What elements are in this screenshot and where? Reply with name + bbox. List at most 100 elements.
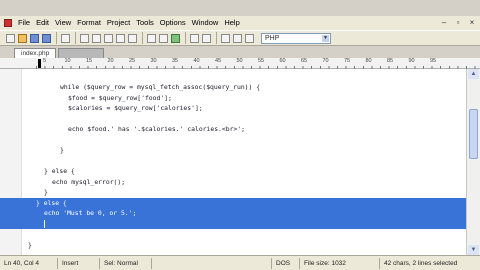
code-line-text: } (44, 188, 48, 196)
ruler-number: 45 (215, 58, 222, 64)
code-lines[interactable]: while ($query_row = mysql_fetch_assoc($q… (0, 82, 466, 261)
syntax-language-value: PHP (265, 34, 280, 42)
menu-project[interactable]: Project (104, 16, 133, 30)
code-line[interactable]: echo $food.' has '.$calories.' calories.… (0, 124, 466, 135)
print-icon[interactable] (61, 33, 70, 43)
cut-icon[interactable] (80, 33, 89, 43)
toolbar-separator (56, 32, 57, 44)
code-line[interactable]: $calories = $query_row['calories']; (0, 103, 466, 114)
ruler-number: 30 (150, 58, 157, 64)
copy-icon[interactable] (92, 33, 101, 43)
code-line[interactable]: } (0, 145, 466, 156)
app-icon (4, 19, 12, 27)
macro-play-icon[interactable] (233, 33, 242, 43)
code-line-text: } else { (44, 167, 75, 175)
macro-repeat-icon[interactable] (245, 33, 254, 43)
ruler-number: 5 (43, 58, 47, 64)
ruler-number: 65 (301, 58, 308, 64)
window-controls: – ▫ × (440, 18, 476, 27)
open-folder-icon[interactable] (18, 33, 27, 43)
code-line[interactable]: } (0, 240, 466, 251)
text-caret (44, 219, 45, 228)
syntax-language-select[interactable]: PHP ▼ (261, 32, 331, 44)
redo-icon[interactable] (128, 33, 137, 43)
status-selection-mode: Sel: Normal (100, 257, 152, 269)
ruler-number: 25 (129, 58, 136, 64)
undo-icon[interactable] (116, 33, 125, 43)
ruler: 5 10 15 20 25 30 35 40 45 50 55 60 65 70 75 80 85 90 95 (0, 58, 480, 69)
menu-format[interactable]: Format (74, 16, 104, 30)
code-line-text: } (28, 240, 32, 249)
minimize-icon[interactable]: – (440, 18, 448, 27)
menu-tools[interactable]: Tools (133, 16, 157, 30)
tab-index-php[interactable]: index.php (14, 48, 57, 58)
code-line-text: echo mysql_error(); (52, 177, 126, 186)
toolbar-separator (142, 32, 143, 44)
code-line[interactable]: while ($query_row = mysql_fetch_assoc($q… (0, 82, 466, 93)
new-file-icon[interactable] (6, 33, 15, 43)
menu-window[interactable]: Window (189, 16, 222, 30)
scroll-up-icon[interactable]: ▲ (468, 69, 479, 79)
ruler-number: 50 (236, 58, 243, 64)
save-all-icon[interactable] (42, 33, 51, 43)
scroll-down-icon[interactable]: ▼ (468, 245, 479, 255)
save-icon[interactable] (30, 33, 39, 43)
code-line-selected[interactable]: } else { (0, 197, 466, 208)
code-line[interactable] (0, 114, 466, 125)
status-encoding: DOS (272, 257, 300, 269)
status-blank (152, 257, 272, 269)
ruler-number: 15 (86, 58, 93, 64)
close-icon[interactable]: × (468, 18, 476, 27)
code-line[interactable] (0, 156, 466, 167)
status-position: Ln 40, Col 4 (0, 257, 58, 269)
menu-options[interactable]: Options (157, 16, 189, 30)
code-line-selected[interactable] (0, 218, 466, 229)
toolbar-separator (185, 32, 186, 44)
code-line[interactable] (0, 229, 466, 240)
ruler-number: 95 (430, 58, 437, 64)
scrollbar-thumb[interactable] (469, 109, 478, 159)
ruler-number: 20 (107, 58, 114, 64)
menu-view[interactable]: View (52, 16, 74, 30)
code-line-text: echo 'Must be 0, or 5.'; (44, 209, 137, 217)
ruler-number: 75 (344, 58, 351, 64)
code-editor[interactable]: while ($query_row = mysql_fetch_assoc($q… (0, 69, 466, 255)
code-line-selected[interactable]: echo 'Must be 0, or 5.'; (0, 208, 466, 219)
find-next-icon[interactable] (159, 33, 168, 43)
code-line[interactable] (0, 135, 466, 146)
menu-edit[interactable]: Edit (33, 16, 52, 30)
ruler-number: 60 (279, 58, 286, 64)
paste-icon[interactable] (104, 33, 113, 43)
status-bar: Ln 40, Col 4 Insert Sel: Normal DOS File… (0, 255, 480, 270)
status-insert-mode: Insert (58, 257, 100, 269)
status-selection-info: 42 chars, 2 lines selected (384, 259, 458, 267)
ruler-caret-marker (38, 59, 41, 68)
status-file-size: File size: 1032 (300, 257, 380, 269)
menu-help[interactable]: Help (221, 16, 242, 30)
code-line-text: $calories = $query_row['calories']; (68, 104, 203, 112)
toolbar-separator (216, 32, 217, 44)
chevron-down-icon: ▼ (322, 34, 329, 42)
code-line-text: echo $food.' has '.$calories.' calories.… (68, 125, 245, 133)
code-line-text: while ($query_row = mysql_fetch_assoc($q… (60, 83, 261, 91)
menu-file[interactable]: File (15, 16, 33, 30)
macro-record-icon[interactable] (221, 33, 230, 43)
toolbar: PHP ▼ (0, 30, 480, 46)
tab-second-document[interactable] (58, 48, 105, 58)
code-line-text: } else { (36, 198, 67, 207)
code-line[interactable]: echo mysql_error(); (0, 177, 466, 188)
code-line[interactable]: $food = $query_row['food']; (0, 93, 466, 104)
code-line-text: } (60, 146, 64, 154)
restore-icon[interactable]: ▫ (454, 18, 462, 27)
spell-check-icon[interactable] (202, 33, 211, 43)
replace-icon[interactable] (171, 33, 180, 43)
ruler-number: 40 (193, 58, 200, 64)
code-line[interactable]: } (0, 187, 466, 198)
code-line[interactable]: } else { (0, 166, 466, 177)
menu-bar: File Edit View Format Project Tools Opti… (0, 16, 480, 30)
word-wrap-icon[interactable] (190, 33, 199, 43)
find-icon[interactable] (147, 33, 156, 43)
vertical-scrollbar[interactable]: ▲ ▼ (466, 69, 480, 255)
ruler-number: 10 (64, 58, 71, 64)
ruler-number: 85 (387, 58, 394, 64)
